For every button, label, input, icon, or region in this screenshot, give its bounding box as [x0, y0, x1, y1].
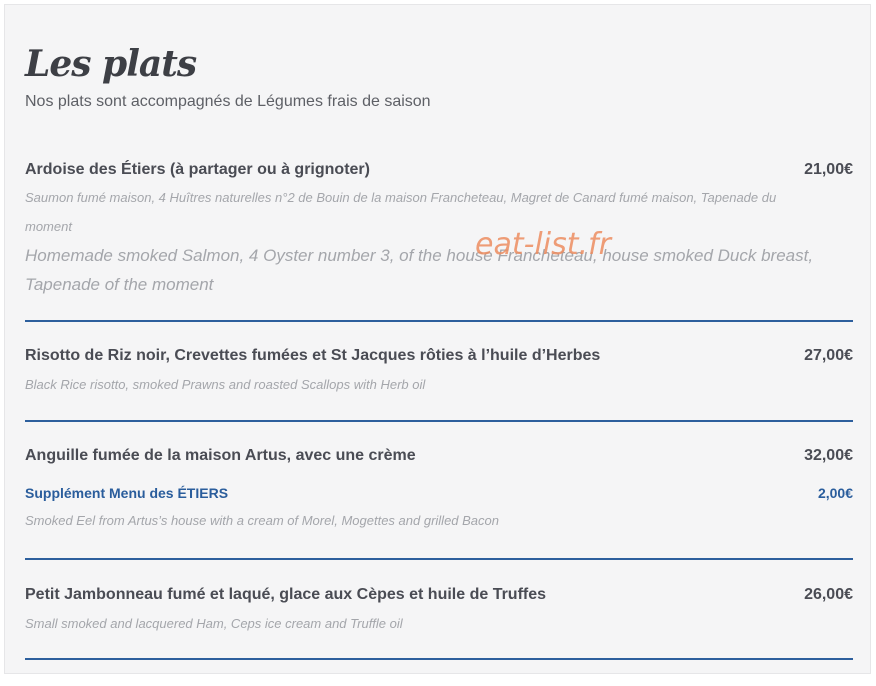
- section-subtitle: Nos plats sont accompagnés de Légumes fr…: [25, 93, 431, 110]
- divider: [25, 558, 853, 560]
- divider: [25, 320, 853, 322]
- dish-price: 32,00€: [804, 447, 853, 464]
- section-title: Les plats: [25, 43, 197, 85]
- menu-item: Risotto de Riz noir, Crevettes fumées et…: [25, 347, 853, 392]
- dish-price: 21,00€: [804, 161, 853, 178]
- dish-price: 27,00€: [804, 347, 853, 364]
- dish-name: Risotto de Riz noir, Crevettes fumées et…: [25, 347, 601, 364]
- dish-name: Ardoise des Étiers (à partager ou à grig…: [25, 161, 370, 178]
- dish-name: Anguille fumée de la maison Artus, avec …: [25, 447, 416, 464]
- dish-description-en: Small smoked and lacquered Ham, Ceps ice…: [25, 616, 403, 631]
- dish-price: 26,00€: [804, 586, 853, 603]
- menu-item: Anguille fumée de la maison Artus, avec …: [25, 447, 853, 528]
- dish-name: Petit Jambonneau fumé et laqué, glace au…: [25, 586, 547, 603]
- supplement-label: Supplément Menu des ÉTIERS: [25, 485, 229, 501]
- menu-item: Petit Jambonneau fumé et laqué, glace au…: [25, 586, 853, 631]
- dish-description-en: Black Rice risotto, smoked Prawns and ro…: [25, 377, 426, 392]
- divider: [25, 658, 853, 660]
- supplement-price: 2,00€: [817, 485, 853, 501]
- dish-description-fr: Saumon fumé maison, 4 Huîtres naturelles…: [25, 190, 777, 234]
- menu-card: Les plats Nos plats sont accompagnés de …: [4, 4, 871, 674]
- dish-description-en: Homemade smoked Salmon, 4 Oyster number …: [25, 246, 814, 294]
- divider: [25, 420, 853, 422]
- dish-description-en: Smoked Eel from Artus’s house with a cre…: [25, 513, 499, 528]
- menu-item: Ardoise des Étiers (à partager ou à grig…: [25, 161, 853, 299]
